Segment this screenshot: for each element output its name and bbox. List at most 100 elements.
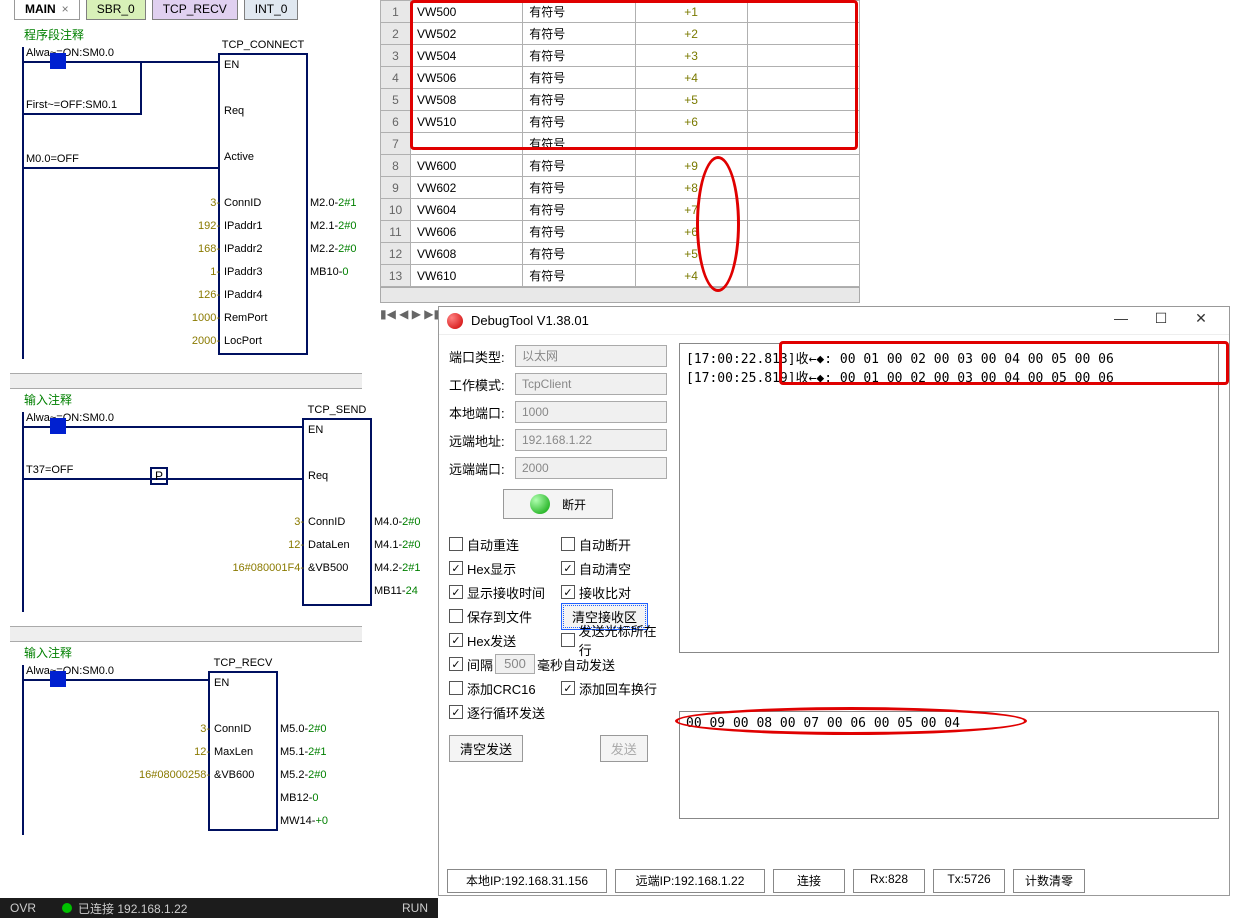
run-status: RUN [402, 901, 428, 915]
var-value[interactable]: +3 [635, 45, 747, 67]
label: 远端端口: [449, 459, 515, 478]
fb-out-value: MW14-+0 [276, 815, 328, 827]
table-row[interactable]: 12 VW608 有符号 +5 [381, 243, 860, 265]
remote-port-input[interactable]: 2000 [515, 457, 667, 479]
var-value[interactable] [635, 133, 747, 155]
var-address[interactable]: VW602 [411, 177, 523, 199]
table-row[interactable]: 13 VW610 有符号 +4 [381, 265, 860, 287]
fb-port: MaxLen12- [214, 746, 253, 758]
fb-tcp-connect[interactable]: TCP_CONNECT ENReqActiveConnID3-M2.0-2#1I… [218, 53, 308, 355]
tab-tcp-recv[interactable]: TCP_RECV [152, 0, 238, 20]
var-value[interactable]: +4 [635, 67, 747, 89]
chk-add-crc16[interactable]: 添加CRC16 [449, 677, 555, 699]
send-textarea[interactable]: 00 09 00 08 00 07 00 06 00 05 00 04 [679, 711, 1219, 819]
var-address[interactable]: VW608 [411, 243, 523, 265]
recv-textarea[interactable]: [17:00:22.813]收←◆: 00 01 00 02 00 03 00 … [679, 343, 1219, 653]
var-type[interactable]: 有符号 [523, 89, 635, 111]
var-value[interactable]: +8 [635, 177, 747, 199]
table-row[interactable]: 10 VW604 有符号 +7 [381, 199, 860, 221]
var-value[interactable]: +6 [635, 111, 747, 133]
table-row[interactable]: 11 VW606 有符号 +6 [381, 221, 860, 243]
var-address[interactable]: VW606 [411, 221, 523, 243]
var-address[interactable]: VW500 [411, 1, 523, 23]
table-row[interactable]: 4 VW506 有符号 +4 [381, 67, 860, 89]
local-port-input[interactable]: 1000 [515, 401, 667, 423]
var-type[interactable]: 有符号 [523, 111, 635, 133]
clear-send-button[interactable]: 清空发送 [449, 735, 523, 762]
fb-tcp-send[interactable]: TCP_SEND ENReqConnID3-M4.0-2#0DataLen12-… [302, 418, 372, 606]
tab-sbr0[interactable]: SBR_0 [86, 0, 146, 20]
fb-out-value: MB10-0 [306, 266, 349, 278]
var-value[interactable]: +5 [635, 243, 747, 265]
var-address[interactable]: VW506 [411, 67, 523, 89]
var-type[interactable]: 有符号 [523, 177, 635, 199]
var-type[interactable]: 有符号 [523, 265, 635, 287]
close-icon[interactable]: × [62, 2, 69, 16]
var-address[interactable] [411, 133, 523, 155]
table-row[interactable]: 8 VW600 有符号 +9 [381, 155, 860, 177]
var-value[interactable]: +6 [635, 221, 747, 243]
var-type[interactable]: 有符号 [523, 45, 635, 67]
var-type[interactable]: 有符号 [523, 67, 635, 89]
chk-auto-reconnect[interactable]: 自动重连 [449, 533, 555, 555]
remote-addr-input[interactable]: 192.168.1.22 [515, 429, 667, 451]
var-address[interactable]: VW510 [411, 111, 523, 133]
counter-clear-button[interactable]: 计数清零 [1013, 869, 1085, 893]
chk-loop-send[interactable]: ✓逐行循环发送 [449, 701, 667, 723]
var-value[interactable]: +4 [635, 265, 747, 287]
tab-int0[interactable]: INT_0 [244, 0, 299, 20]
var-value[interactable]: +9 [635, 155, 747, 177]
var-type[interactable]: 有符号 [523, 133, 635, 155]
horizontal-scrollbar[interactable] [380, 287, 860, 303]
chk-auto-disconnect[interactable]: 自动断开 [561, 533, 667, 555]
chk-send-cursor-line[interactable]: 发送光标所在行 [561, 629, 667, 651]
var-value[interactable]: +2 [635, 23, 747, 45]
var-type[interactable]: 有符号 [523, 155, 635, 177]
var-type[interactable]: 有符号 [523, 221, 635, 243]
port-type-select[interactable]: 以太网 [515, 345, 667, 367]
var-value[interactable]: +5 [635, 89, 747, 111]
status-led-icon [530, 494, 550, 514]
chk-auto-clear[interactable]: ✓自动清空 [561, 557, 667, 579]
var-type[interactable]: 有符号 [523, 199, 635, 221]
chk-add-crlf[interactable]: ✓添加回车换行 [561, 677, 667, 699]
table-row[interactable]: 2 VW502 有符号 +2 [381, 23, 860, 45]
interval-input[interactable]: 500 [495, 654, 535, 674]
var-address[interactable]: VW604 [411, 199, 523, 221]
var-value[interactable]: +1 [635, 1, 747, 23]
table-row[interactable]: 1 VW500 有符号 +1 [381, 1, 860, 23]
work-mode-select[interactable]: TcpClient [515, 373, 667, 395]
var-address[interactable]: VW508 [411, 89, 523, 111]
maximize-button[interactable]: ☐ [1141, 310, 1181, 332]
disconnect-button[interactable]: 断开 [503, 489, 613, 519]
var-address[interactable]: VW502 [411, 23, 523, 45]
table-row[interactable]: 5 VW508 有符号 +5 [381, 89, 860, 111]
table-row[interactable]: 9 VW602 有符号 +8 [381, 177, 860, 199]
chk-save-to-file[interactable]: 保存到文件 [449, 605, 555, 627]
connect-button[interactable]: 连接 [773, 869, 845, 893]
chk-interval-send[interactable]: ✓间隔500毫秒自动发送 [449, 653, 667, 675]
fb-title: TCP_SEND [304, 404, 370, 416]
var-type[interactable]: 有符号 [523, 1, 635, 23]
var-address[interactable]: VW610 [411, 265, 523, 287]
row-number: 3 [381, 45, 411, 67]
var-type[interactable]: 有符号 [523, 243, 635, 265]
var-type[interactable]: 有符号 [523, 23, 635, 45]
var-value[interactable]: +7 [635, 199, 747, 221]
fb-port: IPaddr4126- [224, 289, 263, 301]
var-address[interactable]: VW504 [411, 45, 523, 67]
variable-table: 1 VW500 有符号 +1 2 VW502 有符号 +2 3 VW504 有符… [380, 0, 860, 321]
chk-hex-display[interactable]: ✓Hex显示 [449, 557, 555, 579]
table-row[interactable]: 7 有符号 [381, 133, 860, 155]
fb-tcp-recv[interactable]: TCP_RECV ENConnID3-M5.0-2#0MaxLen12-M5.1… [208, 671, 278, 831]
close-button[interactable]: ✕ [1181, 310, 1221, 332]
tab-main[interactable]: MAIN× [14, 0, 80, 20]
send-button[interactable]: 发送 [600, 735, 648, 762]
table-row[interactable]: 6 VW510 有符号 +6 [381, 111, 860, 133]
minimize-button[interactable]: — [1101, 310, 1141, 332]
var-address[interactable]: VW600 [411, 155, 523, 177]
chk-show-rx-time[interactable]: ✓显示接收时间 [449, 581, 555, 603]
table-row[interactable]: 3 VW504 有符号 +3 [381, 45, 860, 67]
chk-hex-send[interactable]: ✓Hex发送 [449, 629, 555, 651]
chk-rx-compare[interactable]: ✓接收比对 [561, 581, 667, 603]
